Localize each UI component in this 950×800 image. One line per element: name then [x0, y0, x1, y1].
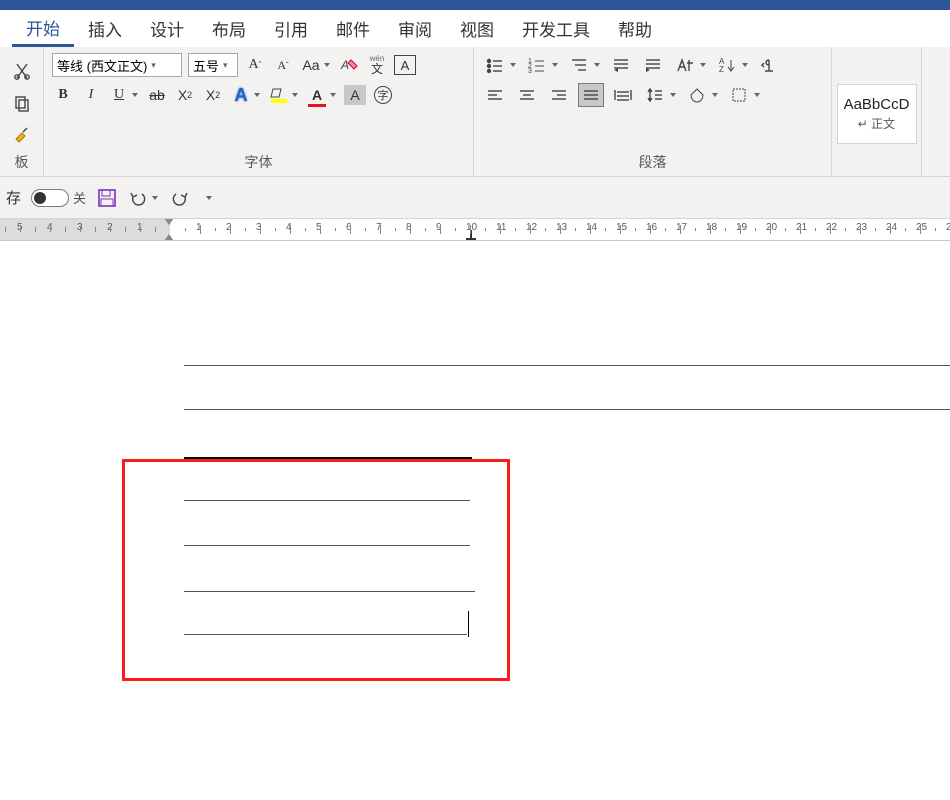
subscript-button[interactable]: X2 — [174, 83, 196, 107]
borders-button[interactable] — [726, 83, 752, 107]
asian-layout-dropdown[interactable] — [698, 63, 708, 67]
autosave-toggle[interactable] — [31, 189, 69, 207]
line-spacing-button[interactable] — [642, 83, 668, 107]
change-case-dropdown[interactable] — [322, 63, 332, 67]
group-styles: AaBbCcD ↵ 正文 — [832, 47, 922, 176]
redo-button[interactable] — [170, 186, 192, 210]
tab-references[interactable]: 引用 — [260, 10, 322, 47]
shading-button[interactable] — [684, 83, 710, 107]
align-right-button[interactable] — [546, 83, 572, 107]
group-label-paragraph: 段落 — [482, 149, 823, 174]
highlight-dropdown[interactable] — [290, 93, 300, 97]
change-case-button[interactable]: Aa — [300, 53, 322, 77]
document-area[interactable] — [0, 241, 950, 800]
cut-button[interactable] — [11, 59, 33, 83]
italic-button[interactable]: I — [80, 83, 102, 107]
tab-developer[interactable]: 开发工具 — [508, 10, 604, 47]
quick-access-toolbar: 存 关 — [0, 177, 950, 219]
text-cursor — [468, 611, 469, 637]
sort-button[interactable]: AZ — [714, 53, 740, 77]
phonetic-guide-button[interactable]: wén 文 — [366, 53, 388, 77]
numbering-button[interactable]: 123 — [524, 53, 550, 77]
character-shading-button[interactable]: A — [344, 85, 366, 105]
bullets-button[interactable] — [482, 53, 508, 77]
autosave-label: 存 — [6, 187, 21, 208]
numbering-dropdown[interactable] — [550, 63, 560, 67]
decrease-indent-button[interactable] — [608, 53, 634, 77]
shrink-font-button[interactable]: Aˇ — [272, 53, 294, 77]
text-effects-dropdown[interactable] — [252, 93, 262, 97]
superscript-button[interactable]: X2 — [202, 83, 224, 107]
highlight-button[interactable] — [268, 83, 290, 107]
tab-insert[interactable]: 插入 — [74, 10, 136, 47]
justify-button[interactable] — [578, 83, 604, 107]
distribute-button[interactable] — [610, 83, 636, 107]
multilevel-list-button[interactable] — [566, 53, 592, 77]
qat-customize-dropdown[interactable] — [202, 196, 216, 200]
underline-line — [184, 545, 470, 546]
annotation-highlight-box — [122, 459, 510, 681]
tab-layout[interactable]: 布局 — [198, 10, 260, 47]
line-spacing-dropdown[interactable] — [668, 93, 678, 97]
tab-help[interactable]: 帮助 — [604, 10, 666, 47]
increase-indent-button[interactable] — [640, 53, 666, 77]
underline-dropdown[interactable] — [130, 93, 140, 97]
bullets-dropdown[interactable] — [508, 63, 518, 67]
asian-layout-button[interactable] — [672, 53, 698, 77]
grow-font-button[interactable]: Aˆ — [244, 53, 266, 77]
font-size-value: 五号 — [193, 56, 219, 75]
sort-dropdown[interactable] — [740, 63, 750, 67]
group-label-clipboard: 板 — [15, 149, 29, 174]
font-name-select[interactable]: 等线 (西文正文)▾ — [52, 53, 182, 77]
clear-formatting-button[interactable]: A — [338, 53, 360, 77]
ribbon-tabs: 开始 插入 设计 布局 引用 邮件 审阅 视图 开发工具 帮助 — [0, 0, 950, 47]
font-color-dropdown[interactable] — [328, 93, 338, 97]
underline-button[interactable]: U — [108, 83, 130, 107]
show-marks-button[interactable] — [756, 53, 782, 77]
strikethrough-button[interactable]: ab — [146, 83, 168, 107]
underline-line — [184, 591, 475, 592]
character-border-button[interactable]: A — [394, 55, 416, 75]
underline-line — [184, 500, 470, 501]
copy-button[interactable] — [11, 91, 33, 115]
font-size-select[interactable]: 五号▾ — [188, 53, 238, 77]
svg-text:Z: Z — [719, 65, 724, 73]
autosave-state: 关 — [73, 188, 86, 207]
group-paragraph: 123 AZ 段落 — [474, 47, 832, 176]
align-left-button[interactable] — [482, 83, 508, 107]
align-center-button[interactable] — [514, 83, 540, 107]
underline-line — [184, 409, 950, 410]
style-normal[interactable]: AaBbCcD ↵ 正文 — [837, 84, 917, 144]
tab-view[interactable]: 视图 — [446, 10, 508, 47]
group-label-font: 字体 — [52, 149, 465, 174]
enclose-characters-button[interactable]: 字 — [372, 83, 394, 107]
group-clipboard: 板 — [0, 47, 44, 176]
svg-text:3: 3 — [528, 68, 532, 73]
undo-button[interactable] — [128, 186, 150, 210]
ribbon: 板 等线 (西文正文)▾ 五号▾ Aˆ Aˇ Aa A wén 文 — [0, 47, 950, 177]
save-button[interactable] — [96, 186, 118, 210]
document-page — [0, 241, 950, 800]
tab-review[interactable]: 审阅 — [384, 10, 446, 47]
font-name-value: 等线 (西文正文) — [57, 56, 147, 75]
tab-home[interactable]: 开始 — [12, 10, 74, 47]
multilevel-dropdown[interactable] — [592, 63, 602, 67]
style-name-label: ↵ 正文 — [858, 115, 895, 132]
underline-line — [184, 365, 950, 366]
borders-dropdown[interactable] — [752, 93, 762, 97]
horizontal-ruler[interactable]: 5432112345678910111213141516171819202122… — [0, 219, 950, 241]
tab-design[interactable]: 设计 — [136, 10, 198, 47]
svg-text:A: A — [340, 58, 349, 72]
style-sample-text: AaBbCcD — [844, 96, 910, 113]
group-font: 等线 (西文正文)▾ 五号▾ Aˆ Aˇ Aa A wén 文 A B — [44, 47, 474, 176]
format-painter-button[interactable] — [11, 123, 33, 147]
undo-dropdown[interactable] — [150, 196, 160, 200]
shading-dropdown[interactable] — [710, 93, 720, 97]
tab-mailings[interactable]: 邮件 — [322, 10, 384, 47]
font-color-button[interactable]: A — [306, 83, 328, 107]
underline-line — [184, 634, 467, 635]
text-effects-button[interactable]: A — [230, 83, 252, 107]
bold-button[interactable]: B — [52, 83, 74, 107]
